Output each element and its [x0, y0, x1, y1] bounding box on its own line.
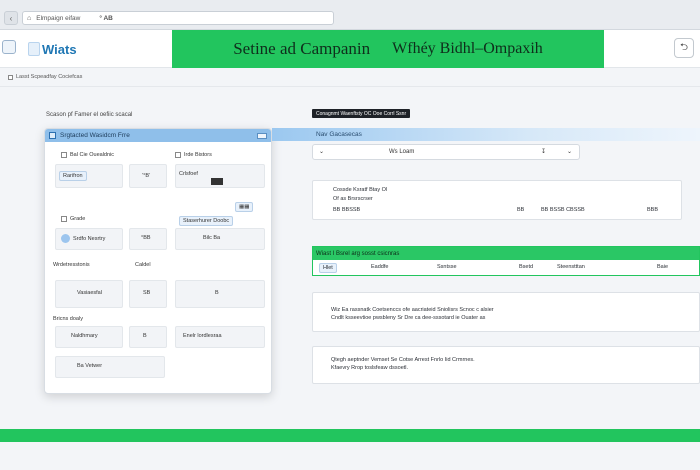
card-value: BB BSSB CBSSB — [541, 207, 585, 213]
cell: Steenstttan — [557, 264, 585, 270]
logo-text: Wiats — [42, 41, 77, 57]
nav-strip[interactable]: Nav Gacasecas — [272, 128, 700, 141]
back-arrow-icon[interactable]: ‹ — [4, 11, 18, 25]
breadcrumb-icon — [8, 74, 13, 80]
cell: Bsetd — [519, 264, 534, 270]
checkbox[interactable] — [61, 152, 67, 158]
row-label: Caldel — [135, 262, 151, 268]
row-label: Bal Cie Ouealdnic — [61, 152, 114, 158]
card-value: BB — [517, 207, 525, 213]
breadcrumb: Lasst Scpeadfay Cociefcas — [8, 74, 82, 80]
field-box[interactable] — [175, 280, 265, 308]
row-label: Srdfo Nesrtry — [61, 234, 105, 243]
footer-bar — [0, 429, 700, 442]
address-badge: ° AB — [99, 14, 113, 22]
panel-icon — [49, 132, 56, 139]
header-divider — [0, 86, 700, 87]
checkbox[interactable] — [175, 152, 181, 158]
card-line: Cossde Ksratf Btay Ol — [333, 187, 388, 193]
card-line: Kfaevry Rrop toslsfeaw dssoetl. — [331, 365, 409, 371]
tag[interactable]: Hlet — [319, 263, 337, 273]
campaign-banner: Setine ad Campanin Wfhéy Bidhl–Ompaxih — [172, 30, 604, 68]
row-text: Grade — [70, 216, 86, 222]
home-icon[interactable]: ⌂ — [27, 15, 31, 22]
banner-subtitle: Wfhéy Bidhl–Ompaxih — [392, 40, 543, 57]
card-line: Wiz Ea rassnatk Coetsenccs ofe aacriatei… — [331, 307, 494, 313]
value: Vasiaesfal — [77, 290, 102, 296]
minimize-icon[interactable] — [257, 132, 267, 139]
campaign-select[interactable]: ⌄ Ws Loam ↧ ⌄ — [312, 144, 580, 160]
row-label: Grade — [61, 216, 85, 222]
section-label: Scason pf Famer el oefiic scacal — [46, 112, 133, 118]
row-text: Bal Cie Ouealdnic — [70, 152, 115, 158]
row-label: Irde Bistors — [175, 152, 212, 158]
toggle-icon[interactable]: ▦▦ — [235, 202, 254, 212]
app-header: Wiats Setine ad Campanin Wfhéy Bidhl–Omp… — [0, 30, 700, 68]
panel-title: Srgtacted Wasidcm Frre — [60, 132, 130, 139]
value: B — [215, 290, 219, 296]
value: B — [143, 333, 147, 339]
targeting-card: Wiast I Bsrel arg sosst csicnras Hlet Ea… — [312, 246, 700, 276]
card-line: Qtegh aeptnder Vemset Se Cotse Arrest Fn… — [331, 357, 475, 363]
chevron-down-icon[interactable]: ⌄ — [567, 148, 572, 155]
settings-panel: Srgtacted Wasidcm Frre Bal Cie Ouealdnic… — [44, 128, 272, 394]
tag[interactable]: Staserhurer Doobc — [179, 216, 234, 226]
row-text: Wrdetresstonis — [53, 262, 90, 268]
value: Ba Vetwer — [77, 363, 103, 369]
breadcrumb-text[interactable]: Lasst Scpeadfay Cociefcas — [16, 74, 82, 80]
status-dot-icon — [61, 234, 70, 243]
checkbox[interactable] — [61, 216, 67, 222]
description-card: Wiz Ea rassnatk Coetsenccs ofe aacriatei… — [312, 292, 700, 332]
field-box[interactable] — [129, 326, 167, 348]
card-line: Cndlt ksseevtioe pwsbleny Sr Dre ca dee-… — [331, 315, 486, 321]
card-value: BBB — [647, 207, 659, 213]
card-header: Wiast I Bsrel arg sosst csicnras — [313, 247, 699, 260]
panel-header: Srgtacted Wasidcm Frre — [45, 129, 271, 142]
value: Enelr lordlesraa — [183, 333, 222, 339]
small-button[interactable] — [211, 178, 223, 185]
field-box[interactable] — [55, 356, 165, 378]
cell: Baie — [657, 264, 669, 270]
cell: Ssntsse — [437, 264, 457, 270]
exit-icon[interactable]: ⮌ — [674, 38, 694, 58]
card-line: BB BBSSB — [333, 207, 361, 213]
row-label: Staserhurer Doobc — [179, 216, 234, 226]
select-value: Ws Loam — [389, 149, 415, 155]
strip-label: Nav Gacasecas — [316, 131, 362, 138]
tooltip: Conagnmt Waenftsty OC Ooe Corrl Ssnr — [312, 109, 411, 118]
budget-card: Cossde Ksratf Btay Ol Of as Brsrscrser B… — [312, 180, 682, 220]
value: ’°B’ — [142, 173, 151, 179]
chevron-down-icon[interactable]: ⌄ — [319, 148, 324, 155]
app-logo[interactable]: Wiats — [28, 38, 77, 60]
panel-body: Bal Cie Ouealdnic Irde Bistors Rarifron … — [45, 142, 271, 394]
sublabel: Bricns doaly — [53, 316, 83, 322]
value: Crlsfoef — [179, 171, 198, 177]
address-text: Elmpaign eifaw — [36, 14, 81, 22]
value: SB — [143, 290, 151, 296]
row-text: Srdfo Nesrtry — [73, 235, 106, 242]
row-text: Irde Bistors — [184, 152, 212, 158]
app-icon[interactable] — [2, 40, 16, 54]
banner-title: Setine ad Campanin — [233, 39, 371, 58]
logo-mark-icon — [28, 42, 40, 56]
notes-card: Qtegh aeptnder Vemset Se Cotse Arrest Fn… — [312, 346, 700, 384]
card-row[interactable]: Hlet Eaddfe Ssntsse Bsetd Steenstttan Ba… — [313, 260, 699, 275]
value: °BB — [141, 235, 151, 241]
dropdown-icon[interactable]: ↧ — [541, 148, 546, 155]
row-label: Rarifron — [59, 171, 87, 181]
browser-chrome: ‹ ⌂ Elmpaign eifaw ° AB — [0, 0, 700, 30]
value: Naldhmary — [71, 333, 98, 339]
value: Bilc Ba — [203, 235, 221, 241]
card-line: Of as Brsrscrser — [333, 196, 373, 202]
tag[interactable]: Rarifron — [59, 171, 87, 181]
address-bar[interactable]: ⌂ Elmpaign eifaw ° AB — [22, 11, 334, 25]
cell: Eaddfe — [371, 264, 389, 270]
row-label: Wrdetresstonis — [53, 262, 90, 268]
